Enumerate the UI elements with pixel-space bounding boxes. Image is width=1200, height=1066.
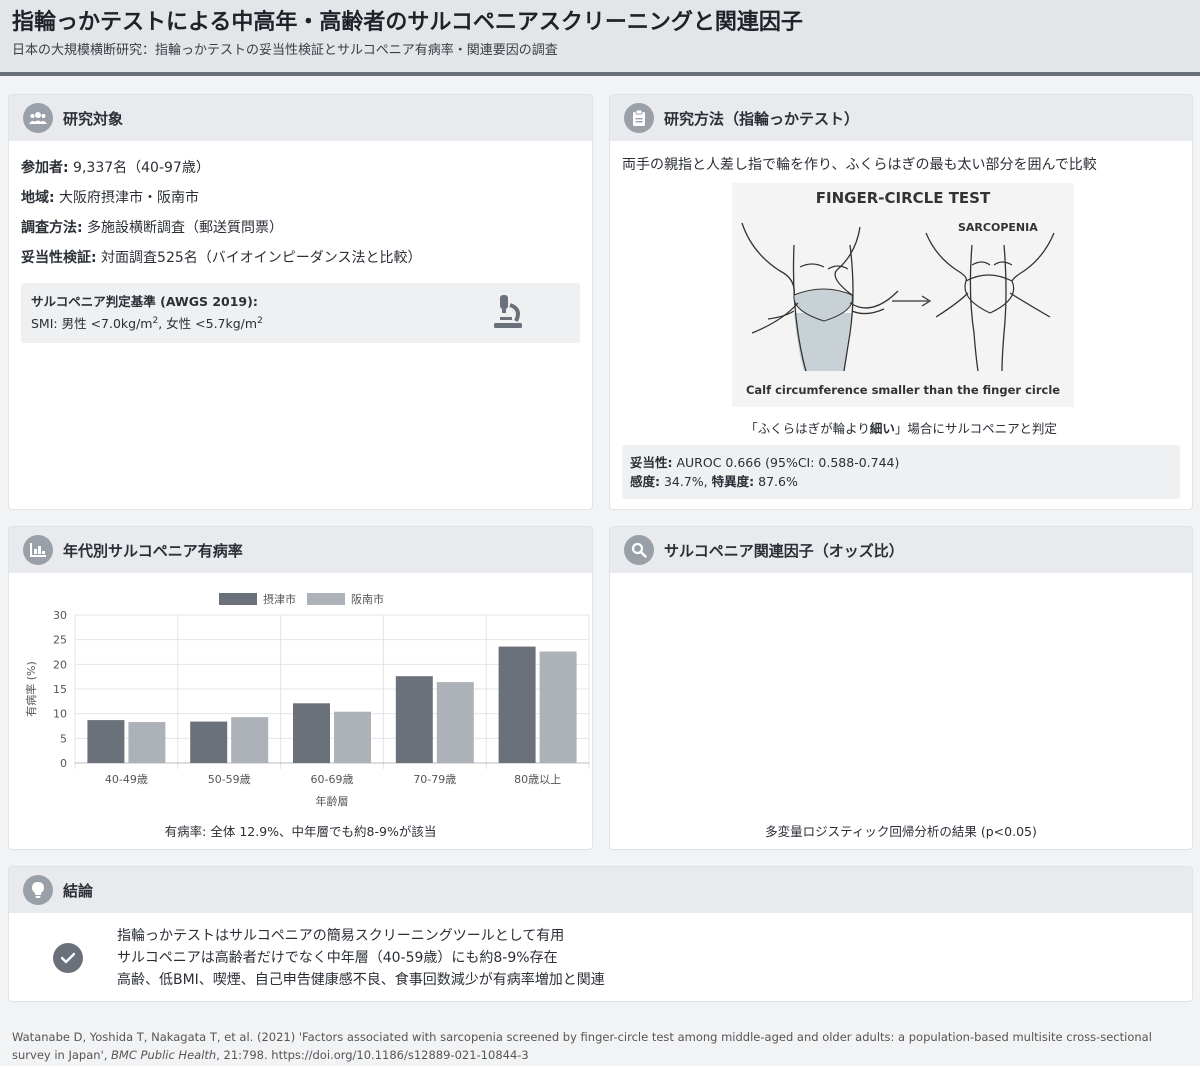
y-tick-label: 25 [53, 634, 67, 647]
region-value: 大阪府摂津市・阪南市 [54, 190, 200, 206]
microscope-icon [490, 293, 526, 335]
prevalence-header: 年代別サルコペニア有病率 [9, 527, 592, 573]
sens-spec-line: 感度: 34.7%, 特異度: 87.6% [630, 472, 1172, 491]
x-tick-label: 50-59歳 [208, 773, 251, 786]
factors-header: サルコペニア関連因子（オッズ比） [610, 527, 1192, 573]
clipboard-icon [624, 103, 654, 133]
validity-line: 妥当性: AUROC 0.666 (95%CI: 0.588-0.744) [630, 453, 1172, 472]
study-target-card: 研究対象 参加者: 9,337名（40-97歳） 地域: 大阪府摂津市・阪南市 … [8, 94, 593, 510]
citation-journal: BMC Public Health [111, 1048, 217, 1062]
region-label: 地域: [21, 190, 55, 206]
search-icon [624, 535, 654, 565]
region-row: 地域: 大阪府摂津市・阪南市 [21, 183, 580, 213]
x-tick-label: 40-49歳 [105, 773, 148, 786]
illustration-caption: Calf circumference smaller than the fing… [745, 383, 1061, 397]
specificity-value: 87.6% [754, 474, 798, 489]
factors-note: 多変量ロジスティック回帰分析の結果 (p<0.05) [765, 824, 1037, 839]
page-header: 指輪っかテストによる中高年・高齢者のサルコペニアスクリーニングと関連因子 日本の… [0, 0, 1200, 76]
y-tick-label: 30 [53, 609, 67, 622]
legend-label: 阪南市 [351, 592, 384, 606]
x-tick-label: 80歳以上 [514, 773, 561, 786]
method-header: 研究方法（指輪っかテスト） [610, 95, 1192, 141]
y-tick-label: 10 [53, 708, 67, 721]
page-title: 指輪っかテストによる中高年・高齢者のサルコペニアスクリーニングと関連因子 [12, 10, 803, 35]
conclusion-item: サルコペニアは高齢者だけでなく中年層（40-59歳）にも約8-9%存在 [117, 950, 558, 966]
validation-label: 妥当性検証: [21, 250, 97, 266]
judgement-pre: 「ふくらはぎが輪より [745, 421, 870, 436]
lightbulb-icon [23, 875, 53, 905]
bar-chart-icon [23, 535, 53, 565]
x-axis-title: 年齢層 [316, 794, 349, 808]
judgement-post: 」場合にサルコペニアと判定 [894, 421, 1057, 436]
x-tick-label: 70-79歳 [413, 773, 456, 786]
bar-settsu [498, 646, 536, 763]
validity-box: 妥当性: AUROC 0.666 (95%CI: 0.588-0.744) 感度… [622, 445, 1180, 499]
y-tick-label: 20 [53, 658, 67, 671]
page-subtitle: 日本の大規模横断研究：指輪っかテストの妥当性検証とサルコペニア有病率・関連要因の… [12, 43, 558, 58]
finger-circle-illustration: FINGER-CIRCLE TEST SARCOPENIA Calf circu… [732, 183, 1074, 407]
criteria-female: , 女性 <5.7kg/m [158, 316, 258, 332]
users-icon [23, 103, 53, 133]
prevalence-card: 年代別サルコペニア有病率 摂津市 阪南市 0 5 10 15 20 25 30 40-49歳 50-… [8, 526, 593, 850]
survey-method-value: 多施設横断調査（郵送質問票） [82, 220, 284, 236]
prevalence-bar-chart: 摂津市 阪南市 0 5 10 15 20 25 30 40-49歳 50-59歳 60-69歳 70-7… [24, 592, 590, 808]
validity-label: 妥当性: [630, 455, 673, 470]
conclusion-card: 結論 指輪っかテストはサルコペニアの簡易スクリーニングツールとして有用 サルコペ… [8, 866, 1193, 1002]
criteria-sup-female: 2 [257, 316, 263, 326]
legend-swatch [307, 593, 345, 605]
conclusion-item: 高齢、低BMI、喫煙、自己申告健康感不良、食事回数減少が有病率増加と関連 [117, 972, 605, 988]
validity-value: AUROC 0.666 (95%CI: 0.588-0.744) [672, 455, 900, 470]
judgement-rule: 「ふくらはぎが輪より細い」場合にサルコペニアと判定 [622, 419, 1180, 439]
factors-title: サルコペニア関連因子（オッズ比） [664, 541, 904, 560]
conclusion-item: 指輪っかテストはサルコペニアの簡易スクリーニングツールとして有用 [117, 928, 565, 944]
y-tick-label: 0 [60, 757, 67, 770]
specificity-label: 特異度: [711, 474, 755, 489]
sensitivity-value: 34.7%, [660, 474, 712, 489]
bar-settsu [395, 676, 433, 763]
legend-label: 摂津市 [263, 592, 296, 606]
criteria-male: SMI: 男性 <7.0kg/m [31, 316, 153, 332]
survey-method-label: 調査方法: [21, 220, 83, 236]
criteria-box: サルコペニア判定基準 (AWGS 2019): SMI: 男性 <7.0kg/m… [21, 283, 580, 343]
study-target-header: 研究対象 [9, 95, 592, 141]
bar-hannan [231, 717, 269, 763]
y-tick-label: 15 [53, 683, 67, 696]
citation-doi: , 21:798. https://doi.org/10.1186/s12889… [216, 1048, 529, 1062]
hands-calf-drawing [741, 222, 1055, 372]
study-target-title: 研究対象 [63, 109, 124, 128]
method-description: 両手の親指と人差し指で輪を作り、ふくらはぎの最も太い部分を囲んで比較 [622, 157, 1097, 173]
method-title: 研究方法（指輪っかテスト） [664, 109, 860, 128]
conclusion-header: 結論 [9, 867, 1192, 913]
validation-row: 妥当性検証: 対面調査525名（バイオインピーダンス法と比較） [21, 243, 580, 273]
survey-method-row: 調査方法: 多施設横断調査（郵送質問票） [21, 213, 580, 243]
y-tick-label: 5 [60, 732, 67, 745]
sensitivity-label: 感度: [630, 474, 660, 489]
method-card: 研究方法（指輪っかテスト） 両手の親指と人差し指で輪を作り、ふくらはぎの最も太い… [609, 94, 1193, 510]
participants-row: 参加者: 9,337名（40-97歳） [21, 153, 580, 183]
bar-hannan [334, 711, 371, 763]
bar-settsu [293, 703, 330, 763]
prevalence-title: 年代別サルコペニア有病率 [63, 541, 243, 560]
y-axis-title: 有病率 (%) [24, 661, 38, 717]
bar-hannan [128, 722, 166, 763]
validation-value: 対面調査525名（バイオインピーダンス法と比較） [96, 250, 422, 266]
conclusion-list: 指輪っかテストはサルコペニアの簡易スクリーニングツールとして有用 サルコペニアは… [117, 925, 605, 991]
legend-swatch [219, 593, 257, 605]
x-tick-label: 60-69歳 [311, 773, 354, 786]
judgement-bold: 細い [869, 421, 895, 436]
prevalence-note: 有病率: 全体 12.9%、中年層でも約8-9%が該当 [164, 824, 437, 839]
bar-hannan [436, 682, 474, 763]
conclusion-title: 結論 [63, 881, 94, 900]
check-icon [53, 943, 83, 973]
bar-hannan [539, 651, 577, 763]
factors-card: サルコペニア関連因子（オッズ比） 多変量ロジスティック回帰分析の結果 (p<0.… [609, 526, 1193, 850]
citation-footer: Watanabe D, Yoshida T, Nakagata T, et al… [12, 1028, 1188, 1064]
bar-settsu [87, 720, 125, 763]
participants-label: 参加者: [21, 160, 69, 176]
participants-value: 9,337名（40-97歳） [68, 160, 210, 176]
bar-settsu [190, 721, 228, 763]
